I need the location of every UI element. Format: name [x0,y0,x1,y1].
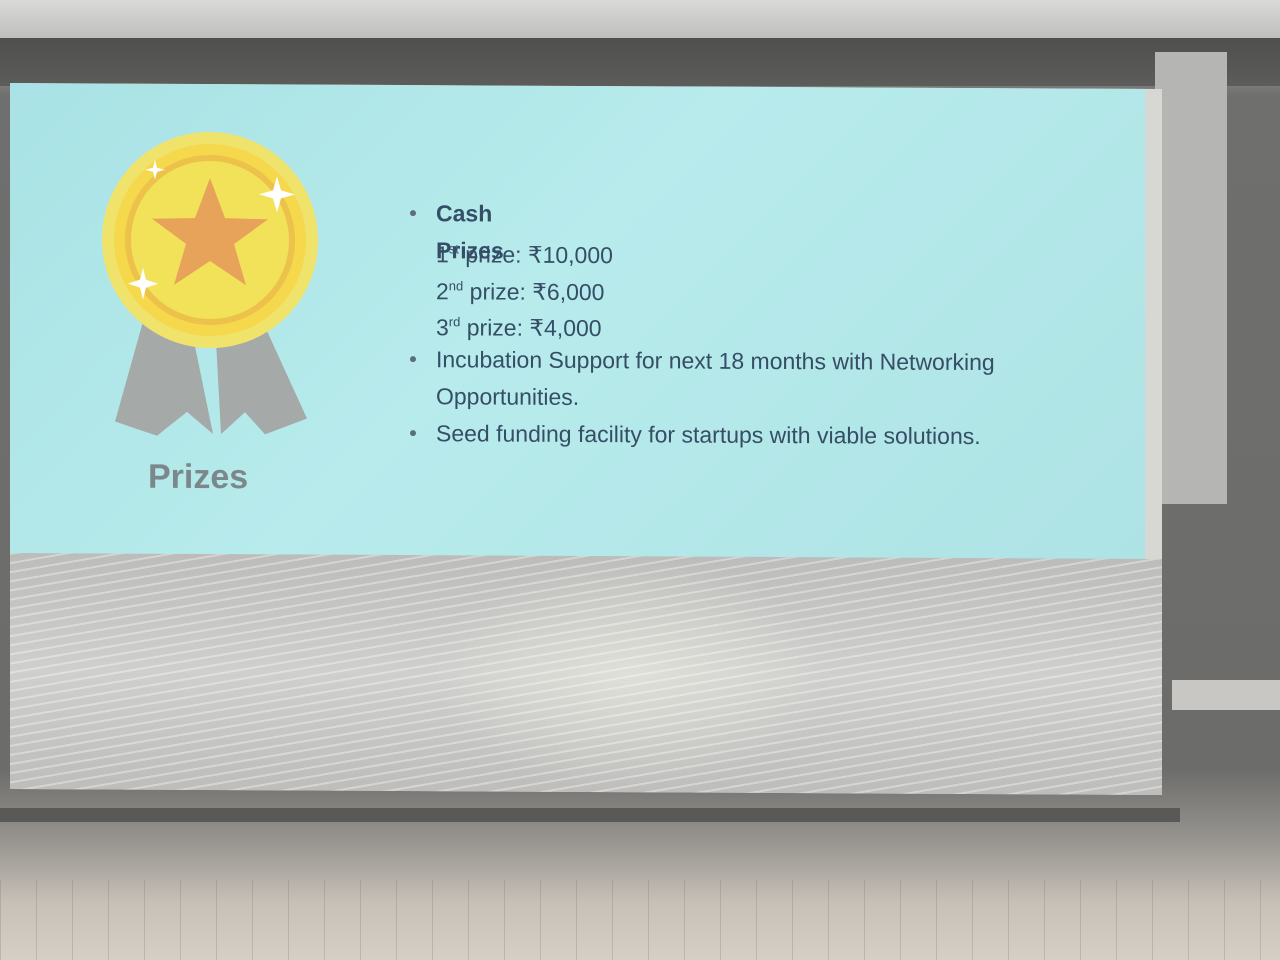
incubation-line-2: Opportunities. [436,383,580,410]
prize-first: 1st prize: ₹10,000 [436,231,613,273]
prize-third-amount: prize: ₹4,000 [460,314,602,342]
incubation-line-1: Incubation Support for next 18 months wi… [436,346,995,376]
prize-first-ordinal: 1 [436,241,449,268]
prize-third-ordinal: 3 [436,314,449,341]
prize-second-amount: prize: ₹6,000 [463,278,605,306]
prize-first-suffix: st [448,241,459,257]
slide-title: Prizes [148,457,249,497]
floor [0,880,1280,960]
side-box [1172,680,1280,710]
award-medal-icon [102,132,318,436]
projector-frame [0,38,1280,86]
bullet-seed: Seed funding facility for startups with … [410,415,1050,449]
seed-funding-text: Seed funding facility for startups with … [436,420,981,450]
wall [0,0,1280,40]
side-panel [1155,52,1227,504]
prize-first-amount: prize: ₹10,000 [458,241,613,269]
prize-second-ordinal: 2 [436,278,449,305]
prize-third-suffix: rd [448,314,461,330]
screen-bottom-bar [0,808,1180,822]
projector-screen: Prizes Cash Prizes 1st prize: ₹10,000 2n… [10,82,1162,796]
prize-third: 3rd prize: ₹4,000 [436,304,602,346]
light-glare [430,555,830,794]
bullet-incubation: Incubation Support for next 18 months wi… [410,341,1050,375]
prize-list: Cash Prizes 1st prize: ₹10,000 2nd prize… [410,195,1050,449]
prize-second-suffix: nd [448,278,464,294]
slide: Prizes Cash Prizes 1st prize: ₹10,000 2n… [10,82,1145,561]
